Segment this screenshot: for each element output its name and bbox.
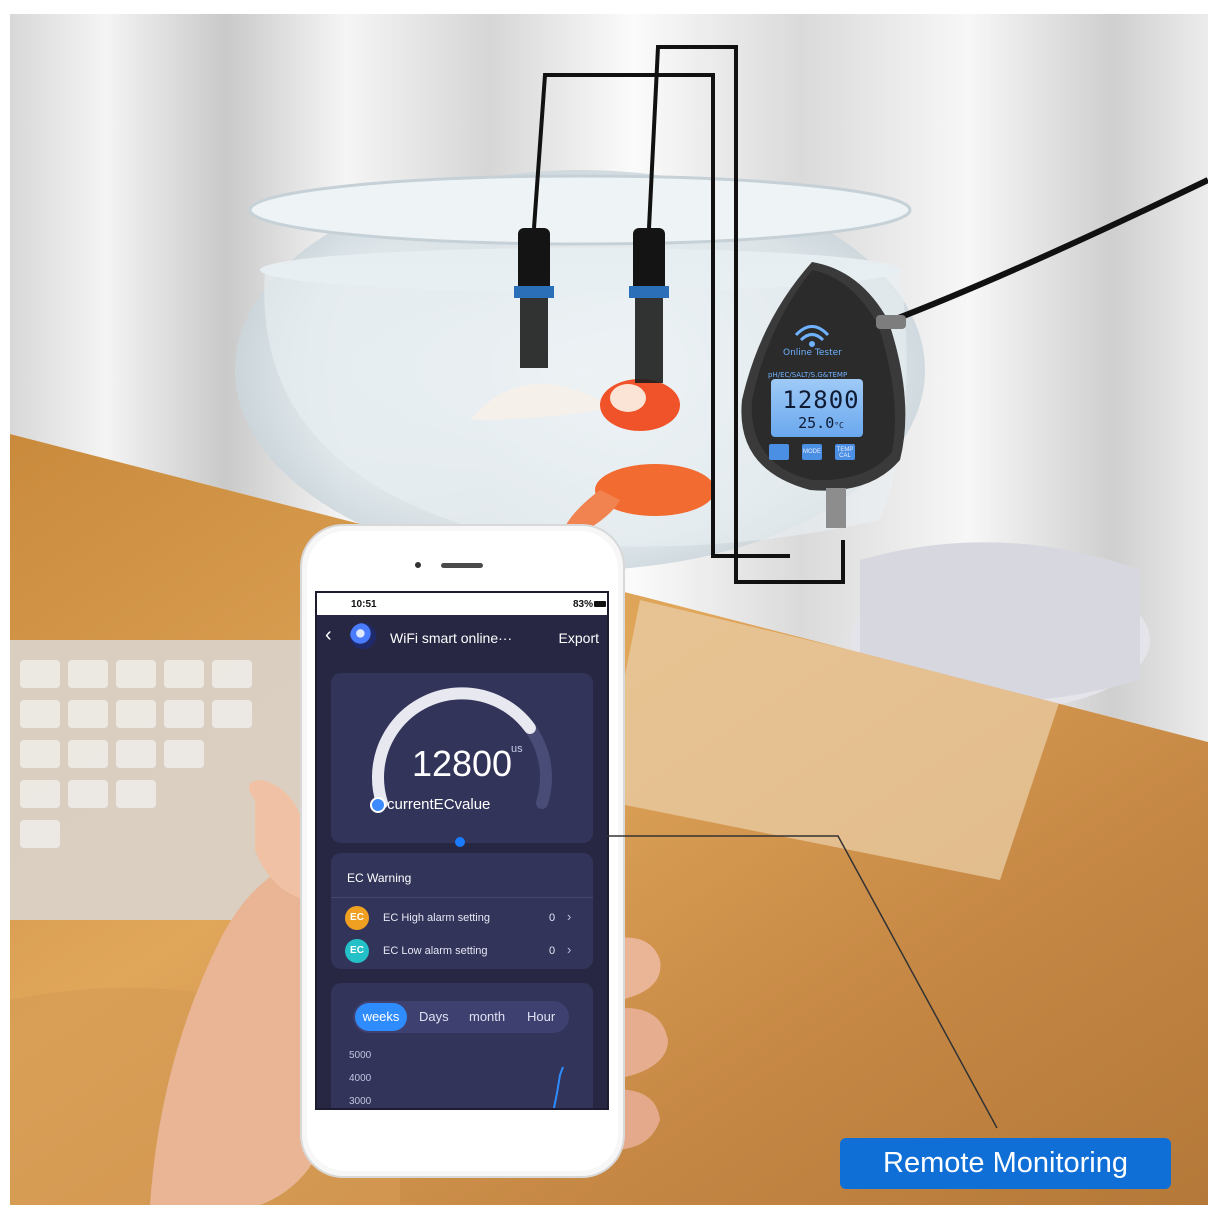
ec-warning-card: EC Warning EC EC High alarm setting 0 › …	[331, 853, 593, 969]
gauge-label: currentECvalue	[387, 796, 491, 813]
ec-low-alarm-row[interactable]: EC EC Low alarm setting 0 ›	[331, 937, 593, 967]
tester-temperature-unit: °C	[834, 421, 844, 430]
page-title: WiFi smart online···	[390, 630, 513, 646]
pager-dot[interactable]	[455, 837, 465, 847]
status-time: 10:51	[351, 599, 377, 610]
chevron-left-icon[interactable]: ‹	[325, 625, 332, 645]
battery-percent: 83%	[572, 599, 593, 610]
remote-monitoring-label: Remote Monitoring	[840, 1138, 1171, 1189]
ec-low-badge-icon: EC	[345, 939, 369, 963]
tester-mode-button[interactable]: MODE	[802, 449, 822, 455]
warning-title: EC Warning	[347, 871, 412, 885]
battery-icon	[594, 601, 606, 607]
gauge-indicator-dot	[370, 797, 386, 813]
tester-main-reading: 12800	[782, 386, 860, 414]
ec-high-badge-icon: EC	[345, 906, 369, 930]
tester-temperature-value: 25.0	[798, 414, 835, 432]
history-chart-card: weeks Days month Hour 5000 4000 3000	[331, 983, 593, 1108]
ec-high-alarm-label: EC High alarm setting	[383, 912, 490, 924]
app-header: ‹ WiFi smart online··· Export	[317, 615, 607, 663]
phone-screen: 10:51 83% ‹ WiFi smart online··· Export …	[317, 593, 607, 1108]
device-logo-icon	[350, 623, 376, 649]
ec-high-alarm-row[interactable]: EC EC High alarm setting 0 ›	[331, 904, 593, 934]
ec-low-alarm-value: 0	[549, 945, 556, 957]
tester-modes-label: pH/EC/SALT/S.G&TEMP	[768, 371, 848, 379]
ec-high-alarm-value: 0	[549, 912, 556, 924]
ec-gauge-card: 12800 us currentECvalue	[331, 673, 593, 847]
tester-temperature-reading: 25.0°C	[781, 414, 861, 432]
divider	[331, 897, 593, 898]
chevron-right-icon: ›	[567, 942, 572, 957]
chart-line	[552, 1066, 564, 1108]
gauge-value: 12800	[411, 743, 513, 784]
gauge-unit: us	[511, 743, 523, 755]
ec-low-alarm-label: EC Low alarm setting	[383, 945, 488, 957]
tester-temp-cal-button[interactable]: TEMP CAL	[835, 447, 855, 459]
export-button[interactable]: Export	[559, 630, 599, 646]
tester-brand-label: Online Tester	[783, 348, 842, 358]
chevron-right-icon: ›	[567, 909, 572, 924]
status-bar: 10:51 83%	[317, 593, 607, 615]
